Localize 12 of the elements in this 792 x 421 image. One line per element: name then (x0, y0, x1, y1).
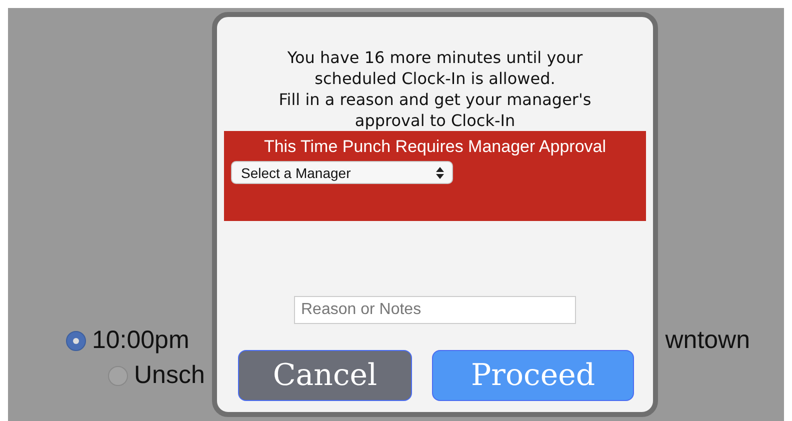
cancel-button[interactable]: Cancel (238, 350, 412, 401)
banner-title: This Time Punch Requires Manager Approval (262, 137, 608, 157)
location-label: wntown (665, 326, 750, 355)
proceed-button[interactable]: Proceed (432, 350, 634, 401)
dropdown-arrows-icon (436, 166, 444, 178)
radio-button[interactable] (108, 366, 128, 386)
shift-label: Unsch (134, 361, 205, 390)
manager-select[interactable]: Select a Manager (231, 161, 453, 184)
shift-label: 10:00pm (92, 326, 190, 355)
dialog-message: You have 16 more minutes until your scheduled Clock-In is allowed. Fill in a reason and get your manager's approval to Clock-In (278, 47, 592, 131)
radio-button[interactable] (66, 330, 86, 350)
reason-input[interactable]: Reason or Notes (294, 296, 576, 324)
